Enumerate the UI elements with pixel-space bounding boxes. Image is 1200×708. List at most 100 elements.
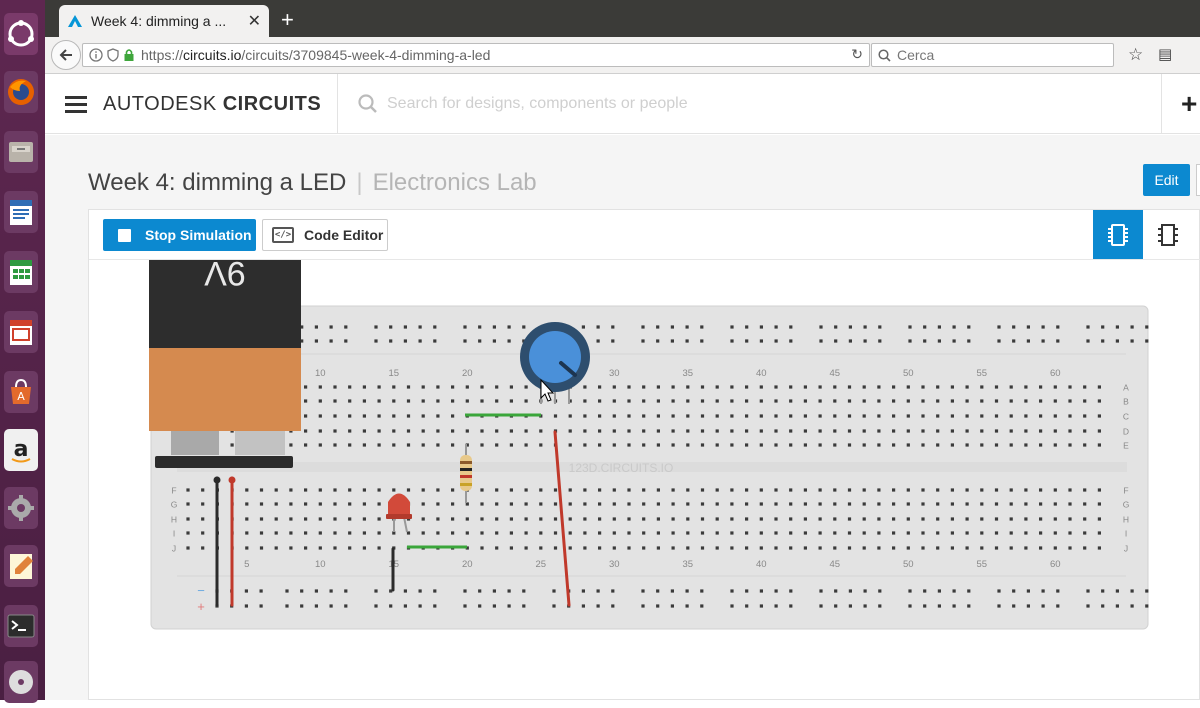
breadboard-hole[interactable] — [642, 429, 646, 433]
breadboard-hole[interactable] — [1130, 589, 1134, 593]
breadboard-hole[interactable] — [936, 488, 940, 492]
breadboard-hole[interactable] — [392, 399, 396, 403]
breadboard-hole[interactable] — [950, 531, 954, 535]
breadboard-hole[interactable] — [289, 488, 293, 492]
breadboard-hole[interactable] — [774, 589, 778, 593]
breadboard-hole[interactable] — [789, 339, 793, 343]
breadboard-hole[interactable] — [1024, 502, 1028, 506]
breadboard-hole[interactable] — [656, 517, 660, 521]
breadboard-hole[interactable] — [862, 414, 866, 418]
breadboard-hole[interactable] — [923, 604, 927, 608]
breadboard-hole[interactable] — [656, 429, 660, 433]
breadboard-hole[interactable] — [847, 531, 852, 535]
text-editor-icon[interactable] — [3, 540, 39, 592]
back-button[interactable] — [51, 40, 81, 70]
breadboard-hole[interactable] — [848, 604, 852, 608]
breadboard-hole[interactable] — [598, 399, 602, 403]
breadboard-hole[interactable] — [1009, 531, 1013, 535]
breadboard-hole[interactable] — [670, 589, 674, 593]
breadboard-hole[interactable] — [1083, 385, 1087, 389]
impress-icon[interactable] — [3, 306, 39, 358]
breadboard-hole[interactable] — [1068, 517, 1072, 521]
breadboard-hole[interactable] — [1024, 443, 1028, 447]
breadboard-hole[interactable] — [509, 517, 513, 521]
breadboard-hole[interactable] — [1056, 589, 1060, 593]
breadboard-hole[interactable] — [759, 429, 763, 433]
firefox-icon[interactable] — [3, 66, 39, 118]
breadboard-hole[interactable] — [994, 414, 999, 418]
breadboard-hole[interactable] — [980, 429, 984, 433]
breadboard-hole[interactable] — [348, 546, 352, 550]
breadboard-hole[interactable] — [818, 385, 822, 389]
breadboard-hole[interactable] — [759, 589, 763, 593]
breadboard-hole[interactable] — [495, 429, 499, 433]
breadboard-hole[interactable] — [318, 531, 322, 535]
breadboard-hole[interactable] — [892, 488, 896, 492]
breadboard-hole[interactable] — [304, 443, 308, 447]
breadboard-hole[interactable] — [862, 399, 866, 403]
shield-icon[interactable] — [107, 48, 119, 62]
breadboard-hole[interactable] — [1053, 429, 1057, 433]
breadboard-hole[interactable] — [509, 385, 513, 389]
breadboard-hole[interactable] — [463, 604, 467, 608]
breadboard-hole[interactable] — [480, 546, 484, 550]
breadboard-hole[interactable] — [952, 604, 956, 608]
breadboard-hole[interactable] — [245, 517, 249, 521]
breadboard-hole[interactable] — [642, 385, 646, 389]
breadboard-hole[interactable] — [507, 339, 511, 343]
breadboard-hole[interactable] — [656, 414, 660, 418]
breadboard-hole[interactable] — [522, 604, 526, 608]
project-owner-link[interactable]: Electronics Lab — [373, 169, 537, 196]
breadboard-hole[interactable] — [715, 399, 719, 403]
breadboard-hole[interactable] — [492, 325, 496, 329]
breadboard-hole[interactable] — [892, 399, 896, 403]
breadboard-hole[interactable] — [583, 399, 587, 403]
breadboard-hole[interactable] — [480, 443, 484, 447]
breadboard-hole[interactable] — [1009, 517, 1013, 521]
breadboard-hole[interactable] — [819, 589, 823, 593]
software-center-icon[interactable]: A — [3, 366, 39, 418]
breadboard-hole[interactable] — [362, 414, 366, 418]
breadboard-hole[interactable] — [583, 502, 587, 506]
breadboard-hole[interactable] — [656, 604, 660, 608]
breadboard-hole[interactable] — [333, 517, 337, 521]
breadboard-hole[interactable] — [377, 531, 381, 535]
breadboard-hole[interactable] — [304, 385, 308, 389]
breadboard-hole[interactable] — [863, 604, 867, 608]
breadboard-hole[interactable] — [362, 546, 366, 550]
breadboard-hole[interactable] — [980, 517, 984, 521]
breadboard-hole[interactable] — [463, 325, 467, 329]
breadboard-hole[interactable] — [774, 429, 778, 433]
breadboard-hole[interactable] — [936, 546, 940, 550]
breadboard-hole[interactable] — [877, 385, 881, 389]
breadboard-hole[interactable] — [774, 546, 778, 550]
breadboard-hole[interactable] — [495, 517, 499, 521]
breadboard-hole[interactable] — [465, 517, 469, 521]
breadboard-hole[interactable] — [730, 589, 734, 593]
breadboard-hole[interactable] — [1009, 502, 1013, 506]
breadboard-hole[interactable] — [656, 325, 660, 329]
breadboard-hole[interactable] — [745, 604, 749, 608]
breadboard-hole[interactable] — [329, 589, 333, 593]
browser-tab[interactable]: Week 4: dimming a ... ✕ — [59, 5, 269, 37]
breadboard-hole[interactable] — [833, 429, 837, 433]
breadboard-hole[interactable] — [403, 589, 407, 593]
breadboard-hole[interactable] — [318, 546, 322, 550]
breadboard-hole[interactable] — [1026, 604, 1030, 608]
breadboard-hole[interactable] — [997, 589, 1001, 593]
breadboard-hole[interactable] — [730, 429, 734, 433]
breadboard-hole[interactable] — [641, 325, 645, 329]
stop-simulation-button[interactable]: Stop Simulation — [103, 219, 256, 251]
breadboard-hole[interactable] — [539, 502, 543, 506]
breadboard-hole[interactable] — [318, 488, 322, 492]
breadboard-hole[interactable] — [436, 488, 440, 492]
breadboard-hole[interactable] — [1009, 429, 1013, 433]
breadboard-hole[interactable] — [848, 339, 852, 343]
breadboard-hole[interactable] — [377, 414, 381, 418]
breadboard-hole[interactable] — [686, 502, 690, 506]
breadboard-hole[interactable] — [627, 385, 631, 389]
breadboard-hole[interactable] — [906, 517, 910, 521]
breadboard-hole[interactable] — [418, 604, 422, 608]
breadboard-hole[interactable] — [833, 502, 837, 506]
amazon-icon[interactable]: a — [3, 424, 39, 476]
